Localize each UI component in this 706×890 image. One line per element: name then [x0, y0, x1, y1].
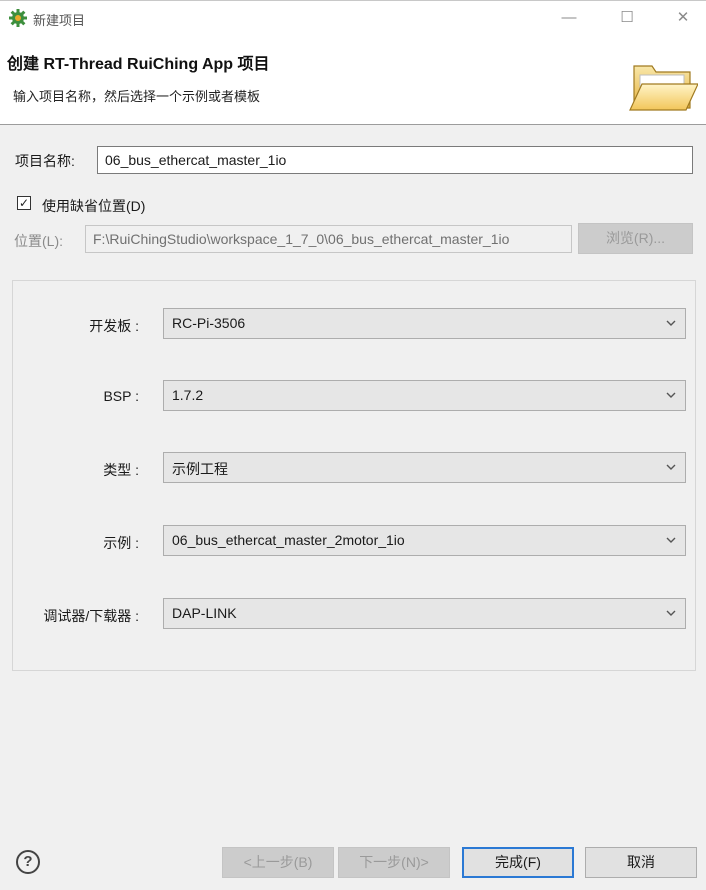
default-location-label[interactable]: 使用缺省位置(D): [42, 196, 145, 216]
wizard-subtitle: 输入项目名称，然后选择一个示例或者模板: [13, 89, 261, 104]
title-bar: 新建项目 — ☐ ✕: [0, 0, 706, 34]
chevron-down-icon: [666, 610, 676, 616]
back-button[interactable]: <上一步(B): [222, 847, 334, 878]
chevron-down-icon: [666, 537, 676, 543]
location-input: F:\RuiChingStudio\workspace_1_7_0\06_bus…: [85, 225, 572, 253]
next-button[interactable]: 下一步(N)>: [338, 847, 450, 878]
project-name-input[interactable]: 06_bus_ethercat_master_1io: [97, 146, 693, 174]
bsp-label: BSP :: [103, 388, 139, 404]
minimize-button[interactable]: —: [558, 7, 580, 29]
board-value: RC-Pi-3506: [172, 315, 246, 331]
window-title: 新建项目: [33, 13, 86, 28]
type-label: 类型 :: [103, 462, 139, 478]
browse-button[interactable]: 浏览(R)...: [578, 223, 693, 254]
example-value: 06_bus_ethercat_master_2motor_1io: [172, 532, 405, 548]
gear-icon: [9, 9, 27, 27]
example-label: 示例 :: [103, 535, 139, 551]
debugger-value: DAP-LINK: [172, 605, 237, 621]
project-options-group: 开发板 : RC-Pi-3506 BSP : 1.7.2 类型 : 示例工程 示…: [12, 280, 696, 671]
chevron-down-icon: [666, 320, 676, 326]
debugger-dropdown[interactable]: DAP-LINK: [163, 598, 686, 629]
chevron-down-icon: [666, 392, 676, 398]
wizard-header: 创建 RT-Thread RuiChing App 项目 输入项目名称，然后选择…: [0, 34, 706, 125]
folder-icon: [629, 65, 698, 111]
maximize-button[interactable]: ☐: [616, 7, 638, 29]
project-name-label: 项目名称:: [15, 153, 75, 169]
default-location-checkbox[interactable]: ✓: [17, 196, 31, 210]
board-dropdown[interactable]: RC-Pi-3506: [163, 308, 686, 339]
location-label: 位置(L):: [14, 233, 63, 249]
close-button[interactable]: ✕: [672, 7, 694, 29]
type-value: 示例工程: [172, 461, 228, 477]
chevron-down-icon: [666, 464, 676, 470]
bsp-dropdown[interactable]: 1.7.2: [163, 380, 686, 411]
help-icon[interactable]: ?: [16, 850, 40, 874]
type-dropdown[interactable]: 示例工程: [163, 452, 686, 483]
cancel-button[interactable]: 取消: [585, 847, 697, 878]
board-label: 开发板 :: [89, 318, 139, 334]
debugger-label: 调试器/下载器 :: [43, 608, 139, 624]
wizard-title: 创建 RT-Thread RuiChing App 项目: [7, 56, 270, 73]
finish-button[interactable]: 完成(F): [462, 847, 574, 878]
example-dropdown[interactable]: 06_bus_ethercat_master_2motor_1io: [163, 525, 686, 556]
bsp-value: 1.7.2: [172, 387, 204, 403]
